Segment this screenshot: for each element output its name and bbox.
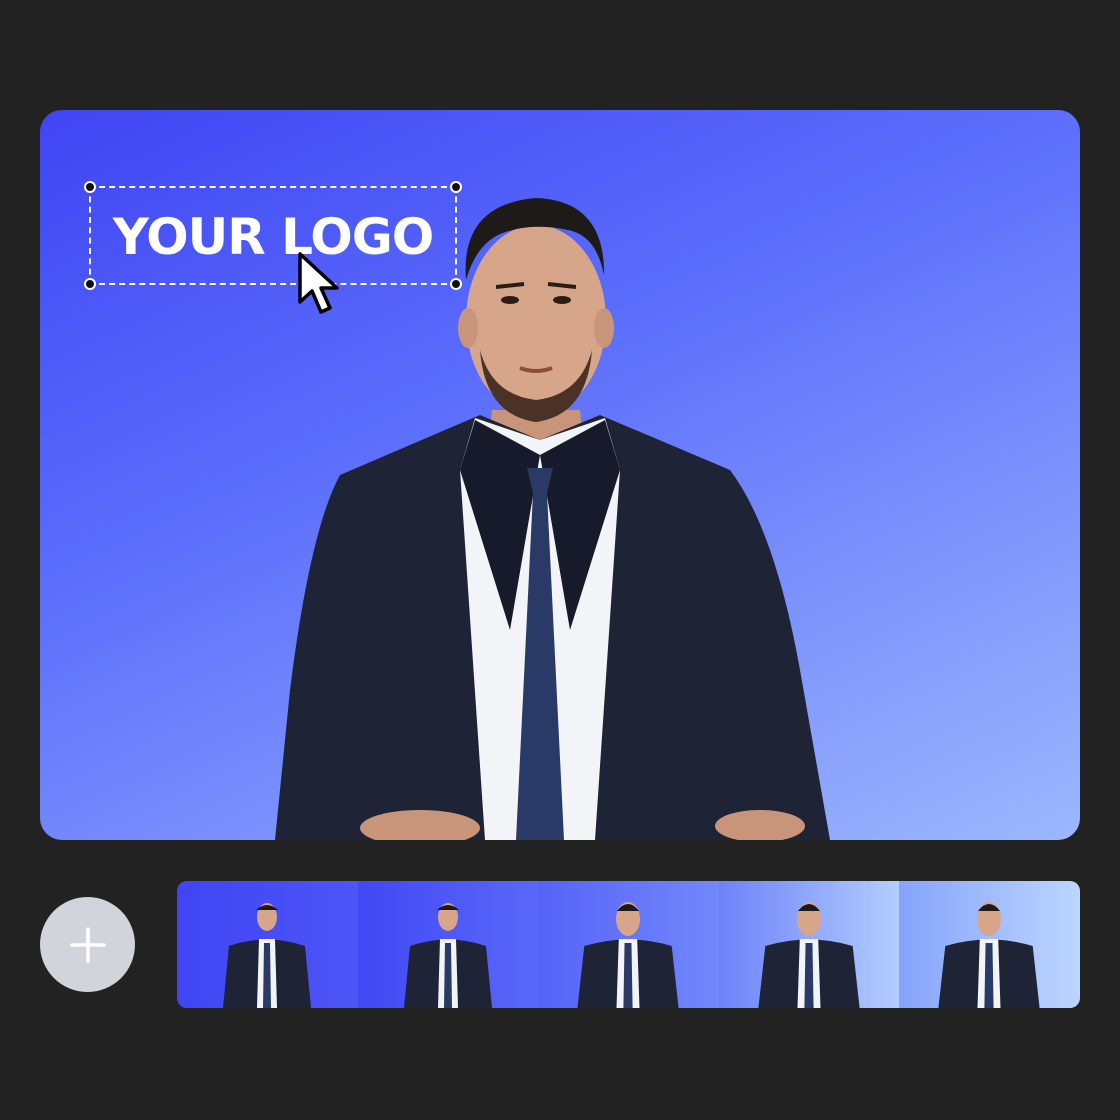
add-clip-button[interactable] [40,897,135,992]
presenter-thumbnail [222,903,311,1008]
resize-handle-top-left[interactable] [84,181,96,193]
timeline-clip-1[interactable] [177,881,358,1008]
resize-handle-bottom-left[interactable] [84,278,96,290]
timeline-clip-3[interactable] [538,881,719,1008]
timeline-clip-2[interactable] [357,881,539,1008]
video-canvas[interactable]: YOUR LOGO [40,110,1080,840]
arrow-cursor-icon [298,252,339,314]
clip-timeline [177,881,1080,1008]
plus-icon [69,926,106,963]
presenter-thumbnail [938,902,1040,1008]
logo-text[interactable]: YOUR LOGO [91,202,455,272]
timeline-clip-4[interactable] [718,881,900,1008]
resize-handle-top-right[interactable] [450,181,462,193]
presenter-thumbnail [403,903,492,1008]
timeline-clip-5[interactable] [899,881,1080,1008]
presenter-thumbnail [577,902,679,1008]
resize-handle-bottom-right[interactable] [450,278,462,290]
presenter-thumbnail [758,902,860,1008]
logo-selection-box[interactable]: YOUR LOGO [84,181,462,290]
